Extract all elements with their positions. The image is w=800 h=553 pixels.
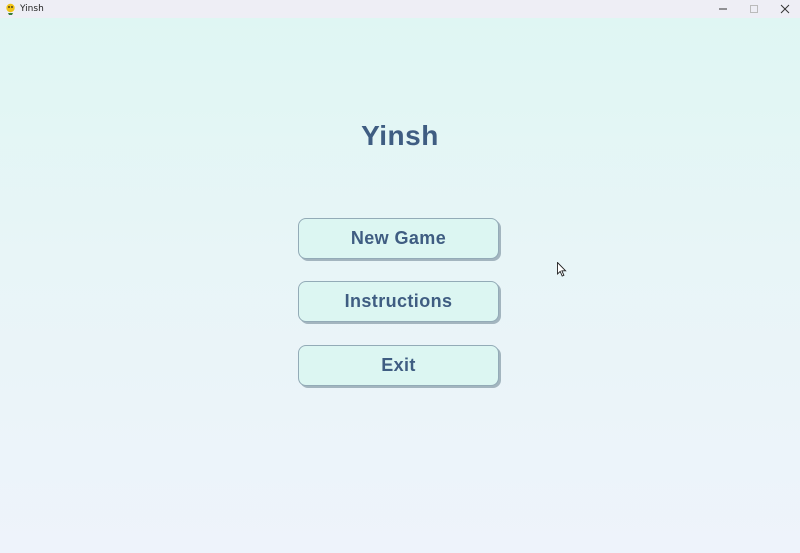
window-controls [707,0,800,18]
exit-button[interactable]: Exit [298,345,499,386]
instructions-button[interactable]: Instructions [298,281,499,322]
close-icon[interactable] [769,0,800,18]
window-title: Yinsh [20,4,44,14]
game-canvas: Yinsh New Game Instructions Exit [0,18,800,553]
game-title: Yinsh [361,120,439,151]
app-window: Yinsh Yinsh New Game Instructions Exit [0,0,800,553]
mouse-cursor-icon [557,262,567,277]
minimize-icon[interactable] [707,0,738,18]
title-bar[interactable]: Yinsh [0,0,800,18]
maximize-icon[interactable] [738,0,769,18]
new-game-button[interactable]: New Game [298,218,499,259]
pygame-snake-icon [5,3,16,15]
